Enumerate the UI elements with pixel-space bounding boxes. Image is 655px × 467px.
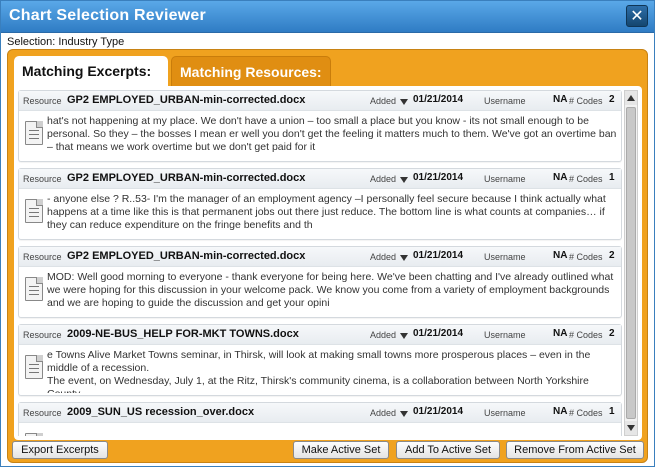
vertical-scrollbar[interactable] <box>624 90 638 436</box>
excerpt-list[interactable]: Resource GP2 EMPLOYED_URBAN-min-correcte… <box>18 90 622 436</box>
username-value: NA <box>553 406 568 417</box>
added-label: Added <box>370 252 397 262</box>
document-icon <box>25 199 43 223</box>
resource-label: Resource <box>23 174 62 184</box>
tab-matching-resources[interactable]: Matching Resources: 9 <box>171 56 331 110</box>
resource-label: Resource <box>23 252 62 262</box>
resource-label: Resource <box>23 96 62 106</box>
sort-down-icon[interactable] <box>400 99 408 105</box>
excerpt-text: hat's not happening at my place. We don'… <box>47 115 617 153</box>
resource-filename: 2009-NE-BUS_HELP FOR-MKT TOWNS.docx <box>67 328 299 340</box>
added-label: Added <box>370 330 397 340</box>
excerpt-header: Resource GP2 EMPLOYED_URBAN-min-correcte… <box>19 169 621 189</box>
make-active-set-button[interactable]: Make Active Set <box>293 441 389 459</box>
window-title: Chart Selection Reviewer <box>9 7 206 24</box>
document-icon <box>25 355 43 379</box>
sort-down-icon[interactable] <box>400 333 408 339</box>
codes-label: # Codes <box>569 252 603 262</box>
export-excerpts-button[interactable]: Export Excerpts <box>12 441 108 459</box>
selection-label: Selection: Industry Type <box>7 36 125 48</box>
codes-count: 2 <box>609 328 615 339</box>
codes-count: 2 <box>609 250 615 261</box>
added-date: 01/21/2014 <box>413 250 464 261</box>
username-value: NA <box>553 328 568 339</box>
username-label: Username <box>484 408 526 418</box>
added-label: Added <box>370 174 397 184</box>
excerpt-header: Resource GP2 EMPLOYED_URBAN-min-correcte… <box>19 91 621 111</box>
excerpt-text <box>47 427 619 436</box>
scroll-up-icon[interactable] <box>625 91 637 105</box>
excerpt-card[interactable]: Resource 2009-NE-BUS_HELP FOR-MKT TOWNS.… <box>18 324 622 396</box>
excerpt-card[interactable]: Resource 2009_SUN_US recession_over.docx… <box>18 402 622 436</box>
resource-filename: GP2 EMPLOYED_URBAN-min-corrected.docx <box>67 94 306 106</box>
added-label: Added <box>370 96 397 106</box>
resource-filename: GP2 EMPLOYED_URBAN-min-corrected.docx <box>67 250 306 262</box>
codes-count: 1 <box>609 406 615 417</box>
title-bar: Chart Selection Reviewer ✕ <box>1 1 654 33</box>
username-label: Username <box>484 174 526 184</box>
excerpt-card[interactable]: Resource GP2 EMPLOYED_URBAN-min-correcte… <box>18 90 622 162</box>
tab-matching-excerpts[interactable]: Matching Excerpts: 20 <box>14 56 168 109</box>
excerpts-content: Resource GP2 EMPLOYED_URBAN-min-correcte… <box>14 86 642 440</box>
username-label: Username <box>484 96 526 106</box>
codes-label: # Codes <box>569 96 603 106</box>
username-value: NA <box>553 172 568 183</box>
excerpt-text: - anyone else ? R..53- I'm the manager o… <box>47 193 606 231</box>
sort-down-icon[interactable] <box>400 411 408 417</box>
username-value: NA <box>553 94 568 105</box>
username-label: Username <box>484 252 526 262</box>
results-panel: Matching Excerpts: 20 Matching Resources… <box>7 49 648 463</box>
resource-label: Resource <box>23 330 62 340</box>
codes-count: 1 <box>609 172 615 183</box>
excerpt-header: Resource GP2 EMPLOYED_URBAN-min-correcte… <box>19 247 621 267</box>
excerpt-card[interactable]: Resource GP2 EMPLOYED_URBAN-min-correcte… <box>18 246 622 318</box>
scroll-down-icon[interactable] <box>625 421 637 435</box>
resource-filename: 2009_SUN_US recession_over.docx <box>67 406 255 418</box>
added-date: 01/21/2014 <box>413 172 464 183</box>
excerpt-card[interactable]: Resource GP2 EMPLOYED_URBAN-min-correcte… <box>18 168 622 240</box>
excerpt-text: MOD: Well good morning to everyone - tha… <box>47 271 614 309</box>
excerpt-header: Resource 2009_SUN_US recession_over.docx… <box>19 403 621 423</box>
codes-label: # Codes <box>569 330 603 340</box>
resource-filename: GP2 EMPLOYED_URBAN-min-corrected.docx <box>67 172 306 184</box>
document-icon <box>25 277 43 301</box>
chart-selection-reviewer-window: Chart Selection Reviewer ✕ Selection: In… <box>0 0 655 467</box>
document-icon <box>25 121 43 145</box>
username-value: NA <box>553 250 568 261</box>
added-date: 01/21/2014 <box>413 406 464 417</box>
added-label: Added <box>370 408 397 418</box>
added-date: 01/21/2014 <box>413 94 464 105</box>
document-icon <box>25 433 43 436</box>
codes-label: # Codes <box>569 174 603 184</box>
close-button[interactable]: ✕ <box>626 5 648 27</box>
remove-from-active-set-button[interactable]: Remove From Active Set <box>506 441 644 459</box>
sort-down-icon[interactable] <box>400 255 408 261</box>
excerpt-text: e Towns Alive Market Towns seminar, in T… <box>47 349 591 393</box>
codes-label: # Codes <box>569 408 603 418</box>
added-date: 01/21/2014 <box>413 328 464 339</box>
scroll-thumb[interactable] <box>626 107 636 419</box>
codes-count: 2 <box>609 94 615 105</box>
excerpt-header: Resource 2009-NE-BUS_HELP FOR-MKT TOWNS.… <box>19 325 621 345</box>
username-label: Username <box>484 330 526 340</box>
resource-label: Resource <box>23 408 62 418</box>
sort-down-icon[interactable] <box>400 177 408 183</box>
add-to-active-set-button[interactable]: Add To Active Set <box>396 441 500 459</box>
